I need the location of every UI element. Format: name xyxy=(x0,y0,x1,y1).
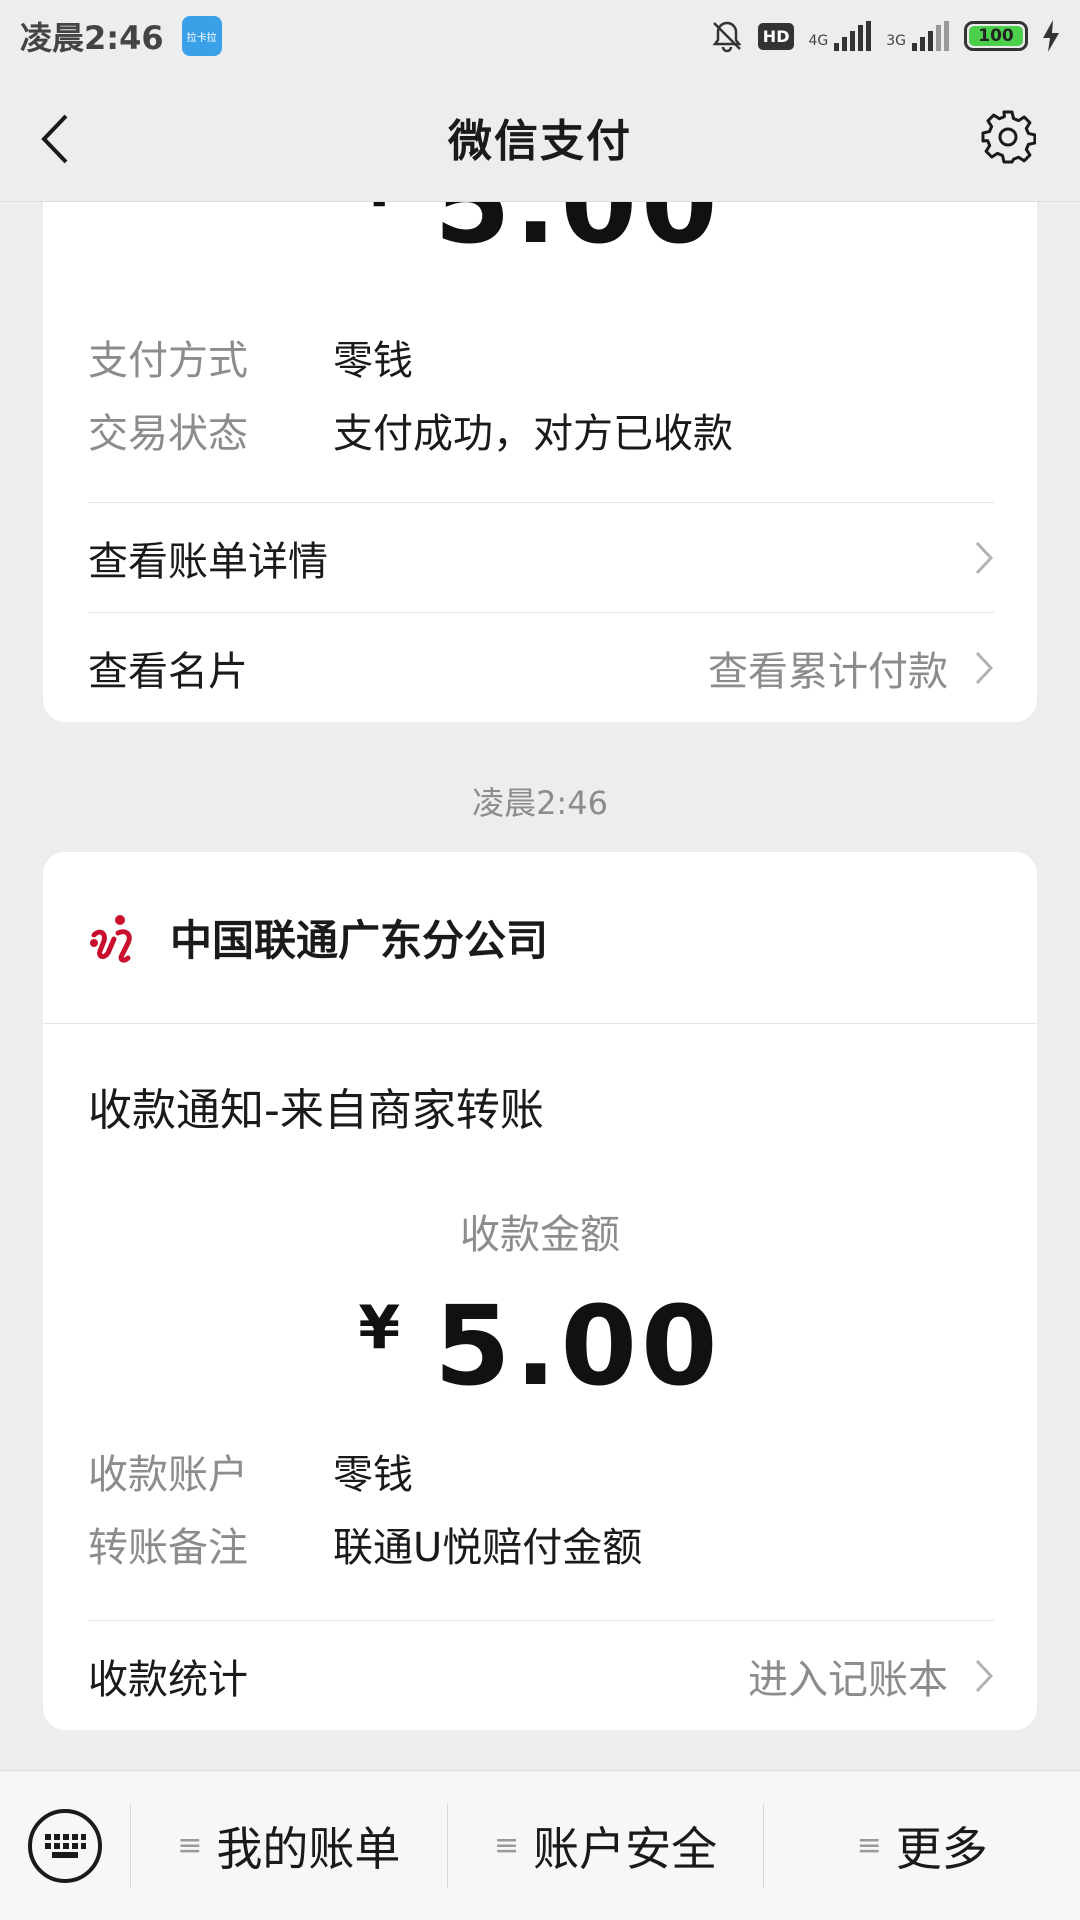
open-ledger-label: 进入记账本 xyxy=(748,1657,948,1703)
receipt-card[interactable]: 中国联通广东分公司 收款通知-来自商家转账 收款金额 ¥5.00 收款账户 零钱… xyxy=(43,852,1037,1730)
menu-more[interactable]: ≡ 更多 xyxy=(764,1771,1080,1920)
menu-lines-icon: ≡ xyxy=(493,1827,520,1863)
view-bill-detail-link[interactable]: 查看账单详情 xyxy=(88,503,994,613)
status-time: 凌晨2:46 xyxy=(20,19,164,57)
network-type-1: 4G xyxy=(808,33,829,49)
chevron-right-icon xyxy=(975,541,994,575)
receipt-stats-link[interactable]: 收款统计 进入记账本 xyxy=(88,1621,994,1731)
open-ledger-link[interactable]: 进入记账本 xyxy=(748,1647,994,1705)
transfer-note-value: 联通U悦赔付金额 xyxy=(333,1525,643,1571)
receiving-account-row: 收款账户 零钱 xyxy=(88,1442,413,1500)
bottom-menu-bar: ≡ 我的账单 ≡ 账户安全 ≡ 更多 xyxy=(0,1770,1080,1920)
gear-icon[interactable] xyxy=(980,109,1036,165)
payment-method-label: 支付方式 xyxy=(88,338,248,384)
amount-label: 收款金额 xyxy=(460,1212,620,1258)
receiving-account-value: 零钱 xyxy=(333,1452,413,1498)
merchant-header[interactable]: 中国联通广东分公司 xyxy=(43,852,1037,1024)
transaction-status-row: 交易状态 支付成功，对方已收款 xyxy=(88,401,733,459)
menu-account-security[interactable]: ≡ 账户安全 xyxy=(448,1771,764,1920)
view-bill-detail-label: 查看账单详情 xyxy=(88,539,328,585)
transaction-status-value: 支付成功，对方已收款 xyxy=(333,411,733,457)
view-business-card-label: 查看名片 xyxy=(88,649,248,695)
transfer-note-row: 转账备注 联通U悦赔付金额 xyxy=(88,1515,642,1573)
chevron-right-icon xyxy=(975,651,994,685)
bell-muted-icon xyxy=(710,19,744,53)
keyboard-toggle-button[interactable] xyxy=(0,1771,130,1920)
transfer-note-label: 转账备注 xyxy=(88,1525,248,1571)
signal-strength-icon-2 xyxy=(910,21,950,51)
menu-my-bills[interactable]: ≡ 我的账单 xyxy=(131,1771,447,1920)
status-bar: 凌晨2:46 拉卡拉 HD 4G 3G 100 xyxy=(0,0,1080,72)
signal-strength-icon xyxy=(832,21,872,51)
chevron-right-icon xyxy=(975,1659,994,1693)
menu-account-security-label: 账户安全 xyxy=(533,1821,718,1876)
view-cumulative-payment-link[interactable]: 查看累计付款 xyxy=(708,639,994,697)
currency-symbol: ¥ xyxy=(358,1293,405,1363)
receiving-account-label: 收款账户 xyxy=(88,1452,248,1498)
menu-lines-icon: ≡ xyxy=(177,1827,203,1863)
menu-my-bills-label: 我的账单 xyxy=(216,1821,401,1876)
payment-method-value: 零钱 xyxy=(333,338,413,384)
receipt-stats-label: 收款统计 xyxy=(88,1657,248,1703)
back-arrow-icon[interactable] xyxy=(36,112,76,166)
message-timestamp: 凌晨2:46 xyxy=(472,784,608,822)
receipt-amount-value: 5.00 xyxy=(434,1282,722,1410)
nav-bar: 微信支付 xyxy=(0,72,1080,202)
network-type-2: 3G xyxy=(886,33,906,49)
battery-level: 100 xyxy=(969,26,1023,46)
status-icons: HD 4G 3G 100 xyxy=(710,19,1060,53)
merchant-name: 中国联通广东分公司 xyxy=(170,916,549,965)
menu-more-label: 更多 xyxy=(895,1821,988,1876)
view-cumulative-payment-label: 查看累计付款 xyxy=(708,649,948,695)
payment-card: ¥5.00 支付方式 零钱 交易状态 支付成功，对方已收款 查看账单详情 查看名… xyxy=(43,150,1037,722)
page-title: 微信支付 xyxy=(448,115,632,167)
payment-method-row: 支付方式 零钱 xyxy=(88,328,413,386)
china-unicom-logo-icon xyxy=(90,914,132,963)
menu-lines-icon: ≡ xyxy=(856,1827,882,1863)
hd-badge: HD xyxy=(757,22,795,50)
view-business-card-link[interactable]: 查看名片 查看累计付款 xyxy=(88,613,994,722)
keyboard-icon xyxy=(45,1833,86,1858)
receipt-amount: ¥5.00 xyxy=(43,1282,1037,1410)
transaction-status-label: 交易状态 xyxy=(88,411,248,457)
battery-icon: 100 xyxy=(964,21,1028,51)
charging-icon xyxy=(1042,20,1060,52)
lakala-app-icon: 拉卡拉 xyxy=(181,16,222,56)
notice-title: 收款通知-来自商家转账 xyxy=(88,1085,544,1136)
